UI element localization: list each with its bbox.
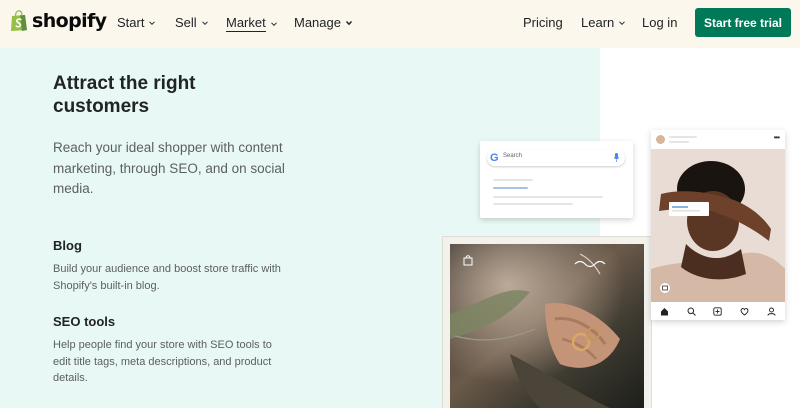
shopify-logo[interactable]: shopify xyxy=(10,10,107,32)
post-header-line xyxy=(669,141,689,143)
nav-sell[interactable]: Sell xyxy=(175,15,209,30)
social-post-mockup: ••• xyxy=(651,130,785,320)
google-icon: G xyxy=(490,152,499,164)
search-bar-mockup: G Search xyxy=(487,150,625,166)
feature-title-blog: Blog xyxy=(53,238,82,253)
nav-start-label: Start xyxy=(117,15,145,30)
nav-manage[interactable]: Manage xyxy=(294,15,353,30)
feature-title-seo-tools: SEO tools xyxy=(53,314,116,329)
feature-text-blog: Build your audience and boost store traf… xyxy=(53,263,281,292)
chevron-down-icon xyxy=(201,20,208,25)
microphone-icon xyxy=(614,153,619,162)
start-free-trial-button[interactable]: Start free trial xyxy=(695,8,791,37)
chevron-down-icon xyxy=(619,20,626,25)
search-result-mockup: G Search xyxy=(480,141,633,218)
result-line xyxy=(493,179,533,181)
nav-login-label: Log in xyxy=(642,15,678,30)
result-line xyxy=(493,203,573,205)
nav-start[interactable]: Start xyxy=(117,15,156,30)
top-navigation-bar: shopify Start Sell Market Manage Pricing… xyxy=(0,0,800,48)
product-photo xyxy=(450,244,644,408)
chevron-down-icon xyxy=(149,20,156,25)
nav-login[interactable]: Log in xyxy=(642,15,677,30)
heart-icon xyxy=(740,307,749,316)
add-post-icon xyxy=(713,306,723,316)
nav-pricing-label: Pricing xyxy=(523,15,563,30)
nav-sell-label: Sell xyxy=(175,15,197,30)
home-icon xyxy=(660,307,668,315)
avatar xyxy=(656,135,665,144)
post-image xyxy=(651,149,785,302)
nav-manage-label: Manage xyxy=(294,15,341,30)
profile-icon xyxy=(767,307,776,316)
page-description: Reach your ideal shopper with content ma… xyxy=(53,140,285,196)
nav-learn[interactable]: Learn xyxy=(581,15,626,30)
chevron-down-icon xyxy=(345,20,353,25)
shopify-wordmark: shopify xyxy=(32,10,107,32)
result-link-line xyxy=(493,187,528,189)
post-action-bar xyxy=(651,302,785,320)
search-placeholder: Search xyxy=(503,153,523,159)
more-options-icon: ••• xyxy=(773,133,780,142)
nav-market-label: Market xyxy=(226,15,266,32)
nav-learn-label: Learn xyxy=(581,15,615,30)
shopping-bag-icon xyxy=(11,10,27,31)
chevron-down-icon xyxy=(270,21,277,26)
search-icon xyxy=(687,307,696,316)
result-line xyxy=(493,196,603,198)
nav-pricing[interactable]: Pricing xyxy=(523,15,563,30)
post-header-line xyxy=(669,136,697,138)
page-headline: Attract the right customers xyxy=(53,73,196,117)
feature-text-seo-tools: Help people find your store with SEO too… xyxy=(53,339,272,384)
nav-market[interactable]: Market xyxy=(226,15,278,32)
